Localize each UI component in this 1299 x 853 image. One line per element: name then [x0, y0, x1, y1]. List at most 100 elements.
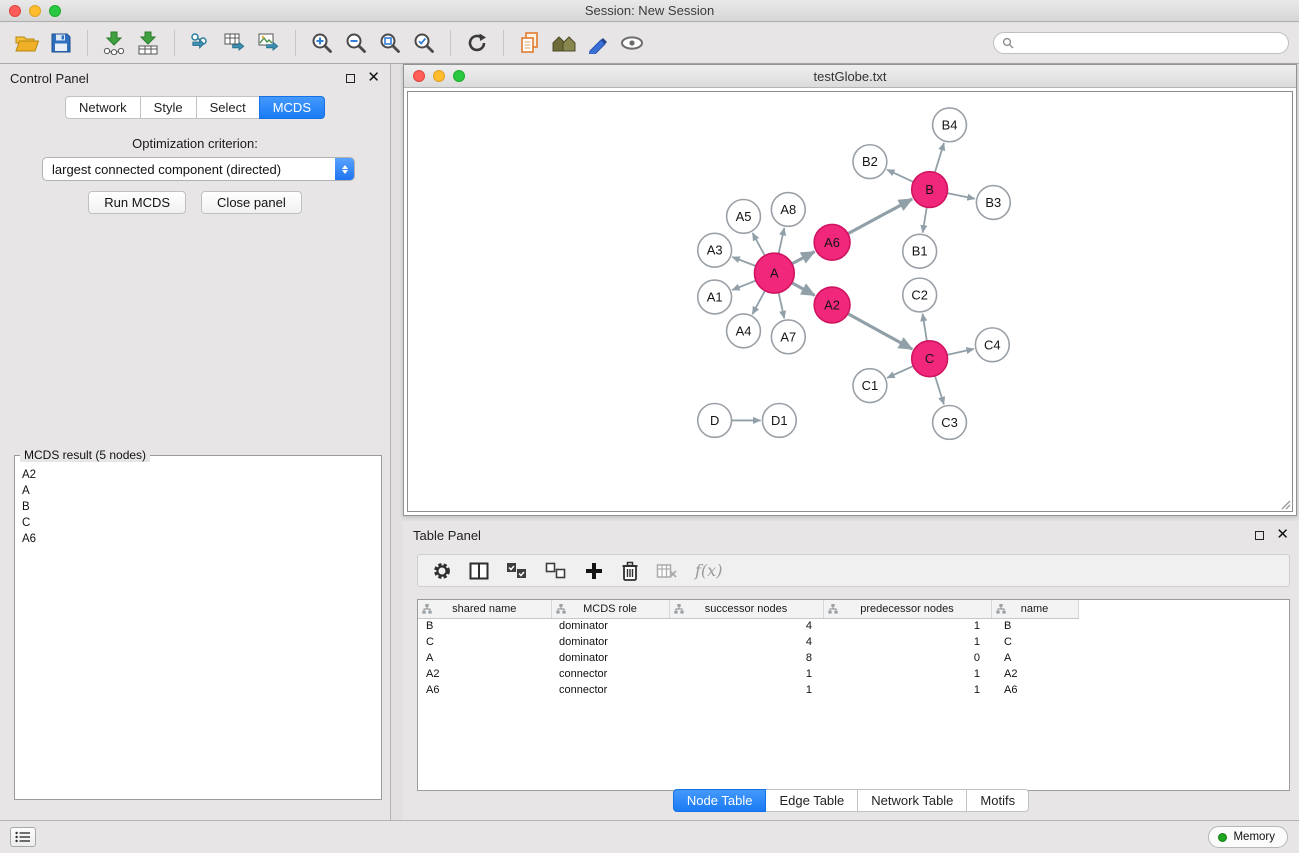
- zoom-fit-button[interactable]: [373, 27, 407, 59]
- graph-node-C4[interactable]: C4: [975, 328, 1009, 362]
- tab-network-table[interactable]: Network Table: [857, 789, 967, 812]
- graph-edge-A-A5[interactable]: [753, 233, 765, 256]
- graph-node-A1[interactable]: A1: [698, 280, 732, 314]
- criterion-dropdown[interactable]: largest connected component (directed): [42, 157, 355, 181]
- network-minimize-button[interactable]: [433, 70, 445, 82]
- graph-edge-A-A7[interactable]: [779, 293, 785, 319]
- save-session-button[interactable]: [44, 27, 78, 59]
- tab-motifs[interactable]: Motifs: [966, 789, 1029, 812]
- graph-node-A4[interactable]: A4: [727, 314, 761, 348]
- graph-node-A[interactable]: A: [754, 253, 794, 293]
- minimize-window-button[interactable]: [29, 5, 41, 17]
- close-panel-icon[interactable]: ✕: [367, 73, 380, 83]
- result-item[interactable]: A2: [22, 467, 374, 483]
- graph-node-B4[interactable]: B4: [933, 108, 967, 142]
- graph-node-B3[interactable]: B3: [976, 186, 1010, 220]
- run-mcds-button[interactable]: Run MCDS: [88, 191, 186, 214]
- show-columns-button[interactable]: [469, 562, 489, 580]
- zoom-window-button[interactable]: [49, 5, 61, 17]
- table-settings-button[interactable]: [432, 561, 452, 581]
- add-column-button[interactable]: [584, 561, 604, 581]
- table-row[interactable]: Adominator80A: [418, 650, 1078, 666]
- close-window-button[interactable]: [9, 5, 21, 17]
- delete-column-button[interactable]: [621, 561, 639, 581]
- graph-node-B1[interactable]: B1: [903, 234, 937, 268]
- graph-edge-B-B2[interactable]: [887, 170, 913, 182]
- show-hide-button[interactable]: [615, 27, 649, 59]
- memory-button[interactable]: Memory: [1208, 826, 1288, 848]
- graph-edge-C-C4[interactable]: [947, 349, 974, 355]
- table-row[interactable]: Cdominator41C: [418, 634, 1078, 650]
- graph-node-A2[interactable]: A2: [814, 287, 850, 323]
- graph-edge-A6-B[interactable]: [848, 199, 912, 234]
- export-network-button[interactable]: [184, 27, 218, 59]
- table-row[interactable]: A2connector11A2: [418, 666, 1078, 682]
- column-header-shared-name[interactable]: shared name: [418, 600, 551, 618]
- column-header-mcds-role[interactable]: MCDS role: [551, 600, 669, 618]
- export-image-button[interactable]: [252, 27, 286, 59]
- graph-node-C2[interactable]: C2: [903, 278, 937, 312]
- resize-grip[interactable]: [1279, 498, 1291, 510]
- graph-node-C[interactable]: C: [912, 341, 948, 377]
- graph-edge-A-A3[interactable]: [732, 257, 755, 266]
- graph-node-C3[interactable]: C3: [933, 406, 967, 440]
- graph-edge-C-C2[interactable]: [923, 314, 927, 341]
- zoom-out-button[interactable]: [339, 27, 373, 59]
- close-table-panel-icon[interactable]: ✕: [1276, 530, 1289, 540]
- zoom-selected-button[interactable]: [407, 27, 441, 59]
- graph-node-B2[interactable]: B2: [853, 145, 887, 179]
- result-item[interactable]: A6: [22, 531, 374, 547]
- graph-edge-C-C3[interactable]: [935, 376, 944, 405]
- graph-edge-A-A2[interactable]: [792, 283, 815, 296]
- graph-edge-A-A8[interactable]: [779, 228, 785, 254]
- result-item[interactable]: C: [22, 515, 374, 531]
- refresh-layout-button[interactable]: [460, 27, 494, 59]
- result-item[interactable]: A: [22, 483, 374, 499]
- network-close-button[interactable]: [413, 70, 425, 82]
- graph-node-A6[interactable]: A6: [814, 224, 850, 260]
- network-graph[interactable]: B4 B2 B B3 A5 A8 A6 B1 A3 A C2 A1 A2 A4 A7 C1 C C4 C3 D D1: [408, 92, 1292, 511]
- function-builder-button[interactable]: f(x): [695, 561, 722, 580]
- tab-node-table[interactable]: Node Table: [673, 789, 767, 812]
- search-input[interactable]: [1019, 36, 1280, 50]
- network-canvas[interactable]: B4 B2 B B3 A5 A8 A6 B1 A3 A C2 A1 A2 A4 A7 C1 C C4 C3 D D1: [407, 91, 1293, 512]
- graph-edge-C-C1[interactable]: [887, 366, 913, 378]
- tab-edge-table[interactable]: Edge Table: [765, 789, 858, 812]
- graph-node-A8[interactable]: A8: [771, 193, 805, 227]
- table-row[interactable]: Bdominator41B: [418, 618, 1078, 634]
- float-panel-icon[interactable]: [346, 74, 355, 83]
- graph-node-D1[interactable]: D1: [762, 404, 796, 438]
- copy-view-button[interactable]: [513, 27, 547, 59]
- tab-select[interactable]: Select: [196, 96, 260, 119]
- import-table-button[interactable]: [131, 27, 165, 59]
- graph-node-B[interactable]: B: [912, 172, 948, 208]
- column-header-successor-nodes[interactable]: successor nodes: [669, 600, 823, 618]
- graph-edge-B-B1[interactable]: [923, 207, 927, 232]
- import-network-button[interactable]: [97, 27, 131, 59]
- open-session-button[interactable]: [10, 27, 44, 59]
- panel-splitter[interactable]: [391, 64, 403, 820]
- tab-style[interactable]: Style: [140, 96, 197, 119]
- export-table-button[interactable]: [218, 27, 252, 59]
- graph-node-C1[interactable]: C1: [853, 369, 887, 403]
- tab-mcds[interactable]: MCDS: [259, 96, 325, 119]
- table-row[interactable]: A6connector11A6: [418, 682, 1078, 698]
- graph-edge-B-B4[interactable]: [935, 143, 944, 172]
- result-item[interactable]: B: [22, 499, 374, 515]
- graph-edge-A-A4[interactable]: [752, 291, 765, 314]
- graph-node-A3[interactable]: A3: [698, 233, 732, 267]
- network-zoom-button[interactable]: [453, 70, 465, 82]
- task-history-button[interactable]: [10, 827, 36, 847]
- zoom-in-button[interactable]: [305, 27, 339, 59]
- graph-edge-A-A1[interactable]: [732, 281, 756, 290]
- graph-edge-A-A6[interactable]: [792, 252, 815, 264]
- graph-edge-A2-C[interactable]: [848, 314, 912, 349]
- graph-node-A7[interactable]: A7: [771, 320, 805, 354]
- annotation-button[interactable]: [581, 27, 615, 59]
- delete-table-button[interactable]: [656, 562, 678, 580]
- graph-node-A5[interactable]: A5: [727, 199, 761, 233]
- deselect-all-button[interactable]: [545, 562, 567, 580]
- tab-network[interactable]: Network: [65, 96, 141, 119]
- graph-node-D[interactable]: D: [698, 404, 732, 438]
- close-panel-button[interactable]: Close panel: [201, 191, 302, 214]
